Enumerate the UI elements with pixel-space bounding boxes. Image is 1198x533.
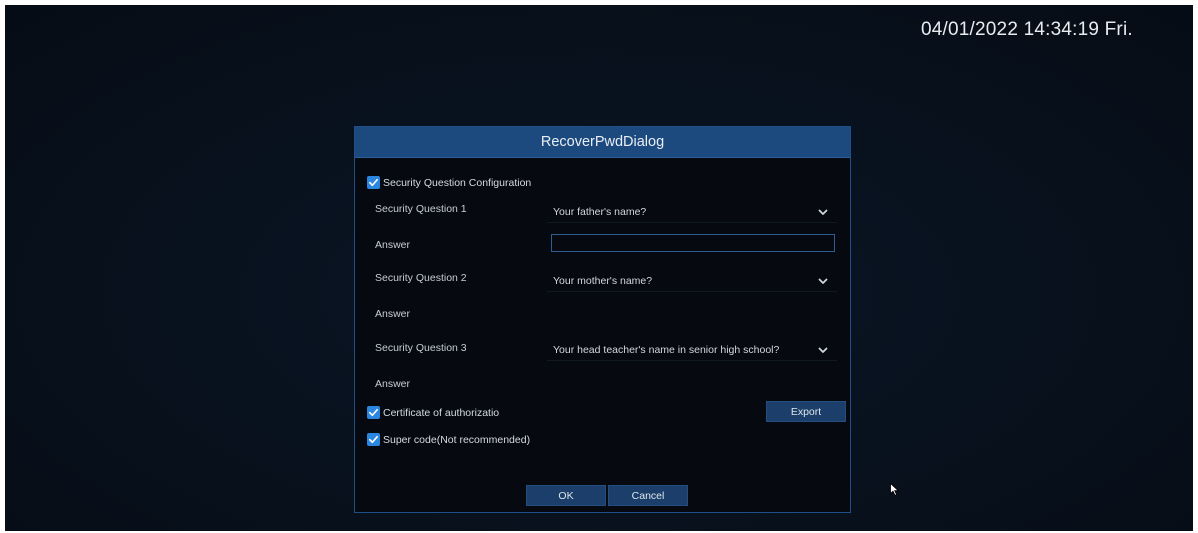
super-code-label: Super code(Not recommended) (383, 433, 531, 446)
super-code-checkbox-row[interactable]: Super code(Not recommended) (367, 433, 530, 446)
dialog-title: RecoverPwdDialog (540, 134, 665, 150)
chevron-down-icon (818, 347, 828, 353)
checkmark-icon (369, 435, 378, 444)
certificate-label: Certificate of authorizatio (383, 406, 500, 419)
chevron-down-icon (818, 278, 828, 284)
security-question-2-select[interactable]: Your mother's name? (547, 270, 837, 292)
security-config-checkbox[interactable] (367, 176, 380, 189)
certificate-checkbox[interactable] (367, 406, 380, 419)
security-question-3-label: Security Question 3 (375, 342, 467, 354)
super-code-checkbox[interactable] (367, 433, 380, 446)
checkmark-icon (369, 408, 378, 417)
answer-1-input[interactable] (551, 234, 835, 252)
screen-background: 04/01/2022 14:34:19 Fri. RecoverPwdDialo… (5, 5, 1193, 531)
recover-password-dialog: RecoverPwdDialog Security Question Confi… (354, 126, 851, 513)
answer-1-label: Answer (375, 239, 411, 251)
security-question-2-value: Your mother's name? (553, 274, 653, 287)
security-question-2-label: Security Question 2 (375, 272, 467, 284)
security-question-3-value: Your head teacher's name in senior high … (553, 343, 780, 356)
security-question-1-select[interactable]: Your father's name? (547, 201, 837, 223)
security-config-checkbox-row[interactable]: Security Question Configuration (367, 176, 531, 189)
cancel-button[interactable]: Cancel (608, 485, 688, 506)
answer-2-label: Answer (375, 308, 411, 320)
security-question-3-select[interactable]: Your head teacher's name in senior high … (547, 339, 837, 361)
answer-3-label: Answer (375, 378, 411, 390)
checkmark-icon (369, 178, 378, 187)
dialog-title-bar: RecoverPwdDialog (355, 127, 850, 158)
chevron-down-icon (818, 209, 828, 215)
ok-button[interactable]: OK (526, 485, 606, 506)
security-question-1-label: Security Question 1 (375, 203, 467, 215)
security-config-label: Security Question Configuration (383, 176, 532, 189)
datetime-display: 04/01/2022 14:34:19 Fri. (921, 19, 1133, 40)
security-question-1-value: Your father's name? (553, 205, 647, 218)
mouse-pointer-icon (890, 483, 899, 496)
certificate-checkbox-row[interactable]: Certificate of authorizatio (367, 406, 499, 419)
export-button[interactable]: Export (766, 401, 846, 422)
